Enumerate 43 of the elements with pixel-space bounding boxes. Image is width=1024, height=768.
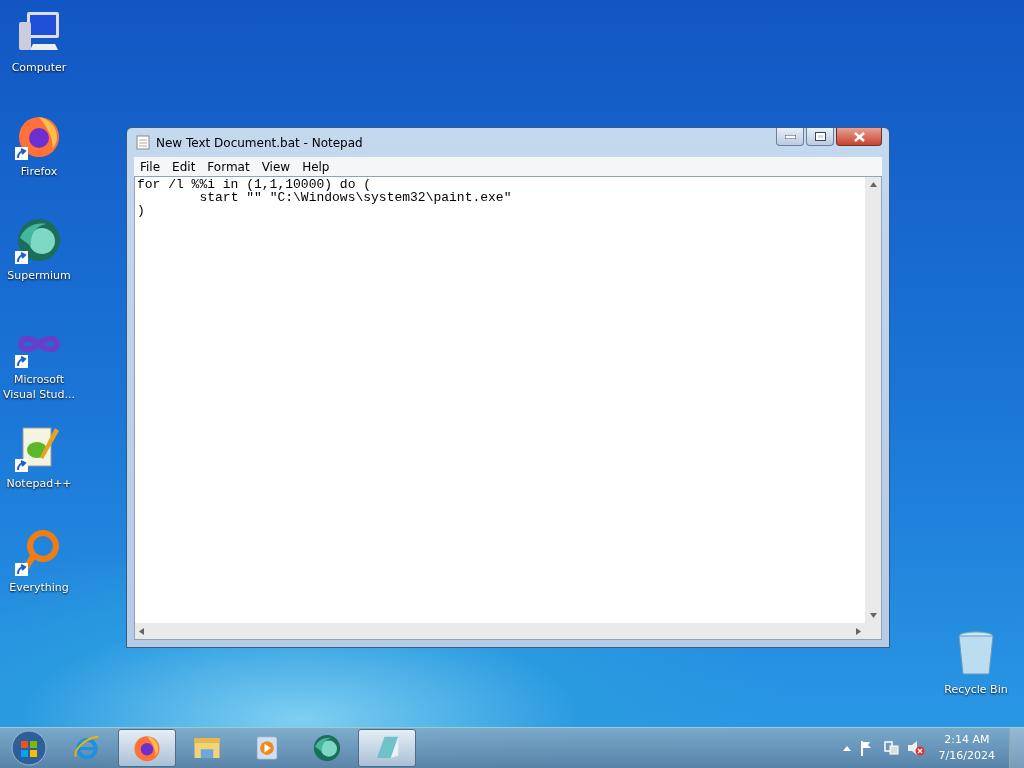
taskbar-button[interactable] — [118, 729, 176, 767]
maximize-button[interactable] — [806, 128, 834, 146]
vertical-scrollbar[interactable] — [865, 177, 881, 623]
close-icon — [853, 131, 865, 142]
desktop-icon-label[interactable]: Supermium — [7, 268, 71, 283]
menu-item[interactable]: Edit — [166, 159, 202, 174]
desktop-icon-label[interactable]: Firefox — [20, 164, 58, 179]
menu-item[interactable]: Format — [201, 159, 256, 174]
up-arrow-icon[interactable] — [869, 182, 877, 187]
right-arrow-icon[interactable] — [856, 627, 861, 635]
recycle-bin-icon — [956, 630, 996, 678]
firefox-icon — [132, 733, 162, 763]
notepad-icon — [136, 135, 150, 150]
text-area[interactable]: for /l %%i in (1,1,10000) do ( start "" "C:\Windows\system32\paint.exe" ) — [134, 176, 882, 640]
menu-item[interactable]: Help — [296, 159, 336, 174]
windows-logo-icon — [11, 730, 47, 766]
left-arrow-icon[interactable] — [139, 627, 144, 635]
menu-item[interactable]: View — [255, 159, 297, 174]
code-line: start "" "C:\Windows\system32\paint.exe" — [198, 191, 512, 204]
window-title: New Text Document.bat - Notepad — [156, 135, 363, 150]
clock-time: 2:14 AM — [944, 732, 990, 748]
taskbar-button[interactable] — [358, 729, 416, 767]
network-icon[interactable] — [882, 740, 899, 756]
maximize-icon — [814, 132, 826, 141]
desktop-icon-label[interactable]: Everything — [9, 580, 69, 595]
horizontal-scrollbar[interactable] — [135, 623, 865, 639]
menu-item[interactable]: File — [134, 159, 167, 174]
clock-date: 7/16/2024 — [938, 748, 995, 764]
code-line: for /l %%i in (1,1,10000) do ( — [137, 178, 372, 191]
desktop-icon-label[interactable]: Recycle Bin — [944, 682, 1008, 697]
speaker-muted-icon[interactable] — [906, 740, 925, 756]
code-line: ) — [137, 204, 145, 217]
desktop-icon-label[interactable]: Computer — [11, 60, 67, 75]
minimize-button[interactable] — [776, 128, 804, 146]
globe-icon — [15, 216, 63, 264]
minimize-icon — [784, 134, 796, 139]
clock[interactable]: 2:14 AM 7/16/2024 — [932, 732, 1001, 764]
close-button[interactable] — [836, 128, 882, 146]
down-arrow-icon[interactable] — [869, 613, 877, 618]
desktop-icon-label[interactable]: Notepad++ — [6, 476, 72, 491]
show-hidden-icons-button[interactable] — [842, 745, 851, 751]
globe-icon — [312, 733, 342, 763]
desktop-icon-label[interactable]: Microsoft Visual Stud... — [0, 372, 78, 402]
